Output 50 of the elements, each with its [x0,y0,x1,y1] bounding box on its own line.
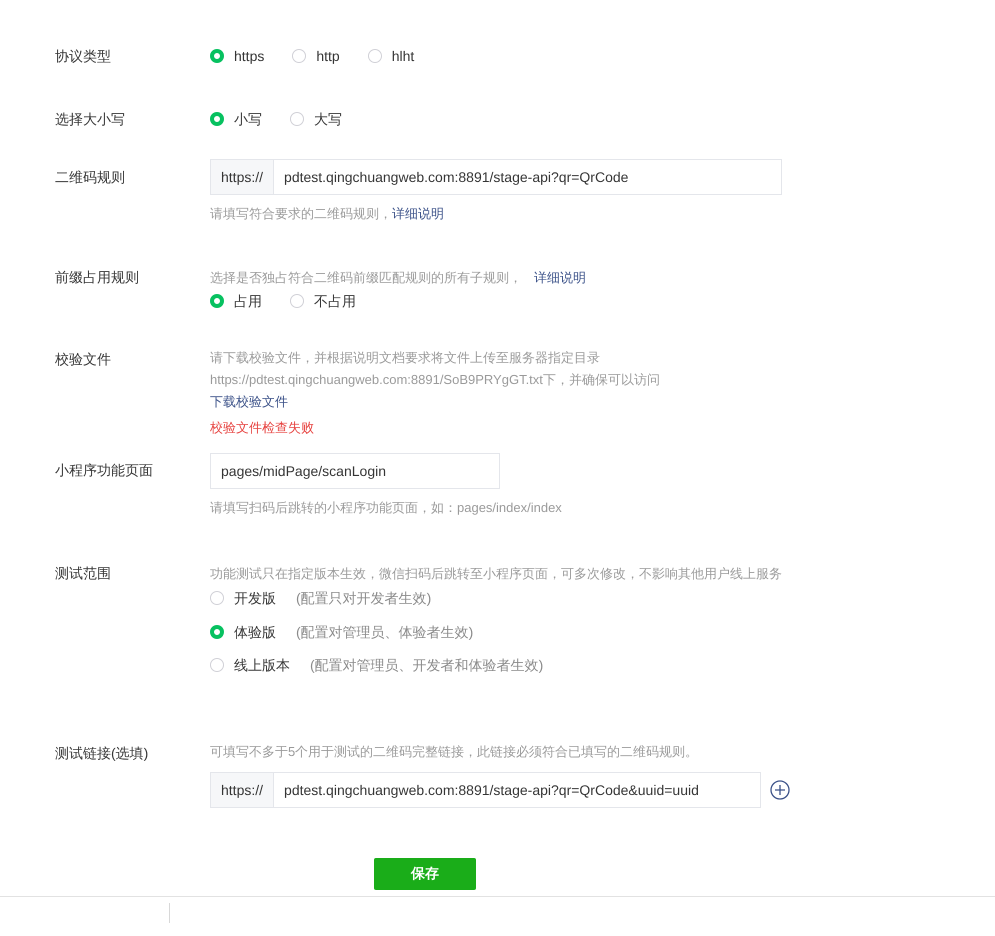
radio-button[interactable] [292,49,306,63]
field-label: 前缀占用规则 [54,268,140,287]
radio-label[interactable]: hlht [392,44,414,68]
radio-label[interactable]: 占用 [234,289,262,313]
error-message: 校验文件检查失败 [210,419,315,437]
option-note: (配置对管理员、体验者生效) [296,622,474,642]
radio-button[interactable] [210,49,224,63]
field-label: 选择大小写 [54,110,126,129]
field-label: 二维码规则 [54,168,126,187]
description-text: 请下载校验文件，并根据说明文档要求将文件上传至服务器指定目录https://pdtest.qingchuangweb.com:8891/SoB9PRYgGT.txt下，并确保可以访问 [210,349,661,389]
radio-label[interactable]: 线上版本 [234,653,290,677]
radio-label[interactable]: 不占用 [314,289,356,313]
radio-label[interactable]: 小写 [234,107,262,131]
radio-label[interactable]: https [234,44,264,68]
radio-label[interactable]: 开发版 [234,586,276,610]
add-icon[interactable] [770,780,790,800]
description-text: 可填写不多于5个用于测试的二维码完整链接，此链接必须符合已填写的二维码规则。 [210,743,700,761]
hint-text: 选择是否独占符合二维码前缀匹配规则的所有子规则， [210,270,522,285]
radio-button[interactable] [210,591,224,605]
radio-button[interactable] [290,294,304,308]
field-label: 小程序功能页面 [54,461,154,480]
field-label: 测试链接(选填) [54,744,150,763]
input-value: pdtest.qingchuangweb.com:8891/stage-api?qr=QrCode [283,168,630,187]
details-link[interactable]: 详细说明 [534,270,586,285]
field-label: 校验文件 [54,350,112,369]
url-input-field[interactable]: https:// pdtest.qingchuangweb.com:8891/stage-api?qr=QrCode [210,159,782,195]
url-input-field[interactable]: https:// pdtest.qingchuangweb.com:8891/stage-api?qr=QrCode&uuid=uuid [210,772,761,808]
hint-text: 请填写扫码后跳转的小程序功能页面，如：pages/index/index [210,499,563,517]
radio-button[interactable] [290,112,304,126]
download-link[interactable]: 下载校验文件 [210,391,288,413]
radio-button[interactable] [368,49,382,63]
input-value: pdtest.qingchuangweb.com:8891/stage-api?qr=QrCode&uuid=uuid [283,781,700,800]
description-text: 功能测试只在指定版本生效，微信扫码后跳转至小程序页面，可多次修改，不影响其他用户线上服务 [210,565,783,583]
page-input-field[interactable]: pages/midPage/scanLogin [210,453,500,489]
input-value: pages/midPage/scanLogin [220,462,388,481]
details-link[interactable]: 详细说明 [392,206,444,221]
radio-label[interactable]: http [316,44,340,68]
option-note: (配置对管理员、开发者和体验者生效) [310,656,544,675]
field-label: 协议类型 [54,47,112,66]
radio-button[interactable] [210,658,224,672]
radio-label[interactable]: 体验版 [234,620,276,644]
radio-label[interactable]: 大写 [314,107,342,131]
radio-button[interactable] [210,112,224,126]
option-note: (配置只对开发者生效) [296,589,432,608]
radio-button[interactable] [210,294,224,308]
field-label: 测试范围 [54,564,112,583]
url-prefix: https:// [211,160,274,194]
url-prefix: https:// [211,773,274,807]
hint-text: 请填写符合要求的二维码规则， [210,206,392,221]
radio-button[interactable] [210,624,224,638]
